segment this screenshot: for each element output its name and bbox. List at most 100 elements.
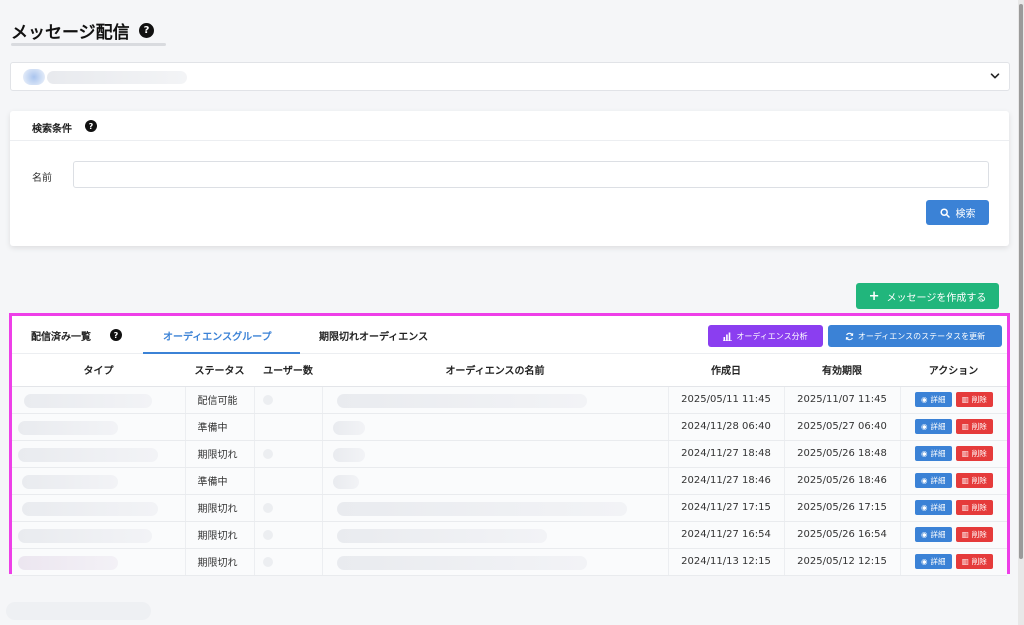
audience-analysis-label: オーディエンス分析 — [736, 331, 808, 341]
detail-label: 詳細 — [930, 530, 946, 539]
redacted-text — [22, 474, 118, 489]
detail-button[interactable]: ◉ 詳細 — [914, 419, 952, 434]
column-header-audience-name[interactable]: オーディエンスの名前 — [322, 354, 668, 387]
table-header-row: タイプ ステータス ユーザー数 オーディエンスの名前 作成日 有効期限 アクショ… — [12, 354, 1007, 387]
audience-name-cell — [322, 548, 669, 576]
redacted-text — [262, 502, 273, 513]
help-icon[interactable]: ? — [85, 120, 97, 132]
delete-label: 削除 — [971, 530, 987, 539]
created-cell: 2024/11/28 06:40 — [668, 413, 785, 441]
created-cell: 2024/11/27 18:46 — [668, 467, 785, 495]
page-scrollbar[interactable] — [1018, 0, 1024, 625]
redacted-text — [262, 556, 273, 567]
help-icon[interactable]: ? — [110, 329, 122, 341]
detail-button[interactable]: ◉ 詳細 — [914, 392, 952, 407]
delete-label: 削除 — [971, 503, 987, 512]
eye-icon: ◉ — [920, 422, 928, 431]
tab-expired-audience[interactable]: 期限切れオーディエンス — [319, 328, 428, 343]
search-button[interactable]: 検索 — [926, 200, 989, 225]
status-cell: 準備中 — [185, 413, 255, 441]
actions-cell: ◉ 詳細 ▥ 削除 — [900, 548, 1007, 576]
help-icon[interactable]: ? — [139, 23, 154, 38]
redacted-text — [262, 448, 273, 459]
trash-icon: ▥ — [961, 503, 969, 512]
redacted-text — [332, 420, 365, 435]
audience-name-cell — [322, 440, 669, 468]
column-header-expires[interactable]: 有効期限 — [784, 354, 900, 387]
refresh-icon — [845, 332, 854, 340]
type-cell — [12, 548, 186, 576]
scrollbar-thumb[interactable] — [1019, 4, 1023, 559]
status-cell: 期限切れ — [185, 548, 255, 576]
actions-cell: ◉ 詳細 ▥ 削除 — [900, 413, 1007, 441]
column-header-created[interactable]: 作成日 — [668, 354, 784, 387]
detail-label: 詳細 — [930, 449, 946, 458]
audience-list-panel: 配信済み一覧 ? オーディエンスグループ 期限切れオーディエンス オーディエンス… — [9, 313, 1010, 576]
expires-cell: 2025/11/07 11:45 — [784, 386, 901, 414]
update-audience-status-label: オーディエンスのステータスを更新 — [857, 331, 986, 341]
type-cell — [12, 521, 186, 549]
table-row: 配信可能 2025/05/11 11:45 2025/11/07 11:45 ◉… — [12, 386, 1007, 414]
expires-cell: 2025/05/26 18:46 — [784, 467, 901, 495]
search-button-label: 検索 — [955, 209, 976, 220]
redacted-text — [18, 420, 118, 435]
create-message-button[interactable]: + メッセージを作成する — [856, 283, 999, 309]
name-input[interactable] — [73, 161, 989, 188]
detail-button[interactable]: ◉ 詳細 — [914, 527, 952, 542]
type-cell — [12, 440, 186, 468]
created-cell: 2024/11/13 12:15 — [668, 548, 785, 576]
delete-button[interactable]: ▥ 削除 — [955, 527, 993, 542]
table-row: 期限切れ 2024/11/27 16:54 2025/05/26 16:54 ◉… — [12, 521, 1007, 549]
delete-button[interactable]: ▥ 削除 — [955, 419, 993, 434]
redacted-text — [336, 528, 547, 543]
detail-label: 詳細 — [930, 422, 946, 431]
detail-button[interactable]: ◉ 詳細 — [914, 446, 952, 461]
actions-cell: ◉ 詳細 ▥ 削除 — [900, 440, 1007, 468]
redacted-text — [332, 447, 365, 462]
created-cell: 2024/11/27 17:15 — [668, 494, 785, 522]
trash-icon: ▥ — [961, 557, 969, 566]
delete-button[interactable]: ▥ 削除 — [955, 554, 993, 569]
expires-cell: 2025/05/27 06:40 — [784, 413, 901, 441]
update-audience-status-button[interactable]: オーディエンスのステータスを更新 — [828, 325, 1002, 347]
delete-button[interactable]: ▥ 削除 — [955, 392, 993, 407]
user-count-cell — [254, 413, 323, 441]
detail-button[interactable]: ◉ 詳細 — [914, 554, 952, 569]
status-cell: 期限切れ — [185, 440, 255, 468]
type-cell — [12, 467, 186, 495]
trash-icon: ▥ — [961, 422, 969, 431]
audience-name-cell — [322, 386, 669, 414]
delete-button[interactable]: ▥ 削除 — [955, 473, 993, 488]
redacted-text — [262, 394, 273, 405]
column-header-type[interactable]: タイプ — [12, 354, 185, 387]
trash-icon: ▥ — [961, 395, 969, 404]
actions-cell: ◉ 詳細 ▥ 削除 — [900, 386, 1007, 414]
delete-button[interactable]: ▥ 削除 — [955, 500, 993, 515]
created-cell: 2025/05/11 11:45 — [668, 386, 785, 414]
table-row: 期限切れ 2024/11/13 12:15 2025/05/12 12:15 ◉… — [12, 548, 1007, 576]
detail-label: 詳細 — [930, 395, 946, 404]
actions-cell: ◉ 詳細 ▥ 削除 — [900, 467, 1007, 495]
column-header-status[interactable]: ステータス — [185, 354, 254, 387]
detail-button[interactable]: ◉ 詳細 — [914, 500, 952, 515]
redacted-text — [18, 447, 158, 462]
status-cell: 期限切れ — [185, 494, 255, 522]
detail-button[interactable]: ◉ 詳細 — [914, 473, 952, 488]
eye-icon: ◉ — [920, 476, 928, 485]
tab-audience-group[interactable]: オーディエンスグループ — [163, 328, 272, 343]
eye-icon: ◉ — [920, 557, 928, 566]
column-header-user-count[interactable]: ユーザー数 — [254, 354, 322, 387]
title-underline — [11, 43, 166, 46]
detail-label: 詳細 — [930, 503, 946, 512]
type-cell — [12, 386, 186, 414]
delete-label: 削除 — [971, 557, 987, 566]
tab-delivered-list[interactable]: 配信済み一覧 — [31, 328, 91, 343]
audience-analysis-button[interactable]: オーディエンス分析 — [708, 325, 823, 347]
actions-cell: ◉ 詳細 ▥ 削除 — [900, 494, 1007, 522]
trash-icon: ▥ — [961, 449, 969, 458]
status-cell: 期限切れ — [185, 521, 255, 549]
delete-button[interactable]: ▥ 削除 — [955, 446, 993, 461]
delete-label: 削除 — [971, 476, 987, 485]
audience-name-cell — [322, 521, 669, 549]
account-select[interactable] — [10, 62, 1010, 91]
